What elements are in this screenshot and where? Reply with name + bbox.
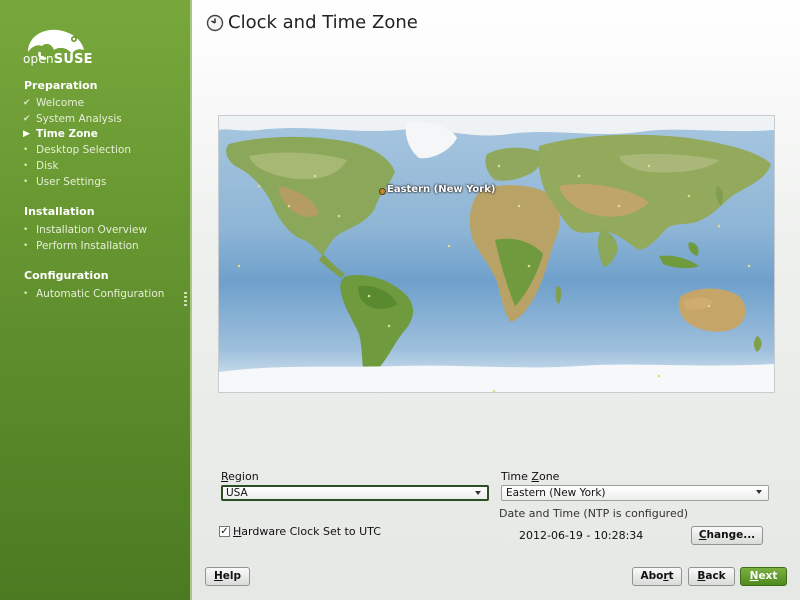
step-disk: • Disk — [23, 160, 59, 172]
current-arrow-icon: ▶ — [23, 129, 30, 139]
step-installation-overview: • Installation Overview — [23, 224, 147, 236]
step-system-analysis: ✔ System Analysis — [23, 113, 122, 125]
bullet-icon: • — [23, 225, 29, 235]
help-button[interactable]: Help — [205, 567, 250, 586]
step-user-settings: • User Settings — [23, 176, 107, 188]
brand-wordmark: openSUSE — [23, 52, 93, 67]
datetime-label: Date and Time (NTP is configured) — [499, 507, 689, 520]
step-automatic-configuration: • Automatic Configuration — [23, 288, 165, 300]
change-datetime-button[interactable]: Change... — [691, 526, 763, 545]
abort-button[interactable]: Abort — [632, 567, 682, 586]
hardware-clock-checkbox[interactable]: ✓ — [219, 526, 230, 537]
bullet-icon: • — [23, 161, 29, 171]
clock-icon — [206, 14, 224, 32]
timezone-select[interactable]: Eastern (New York) — [501, 485, 769, 501]
timezone-label: Time Zone — [501, 470, 560, 483]
bullet-icon: • — [23, 241, 29, 251]
bullet-icon: • — [23, 177, 29, 187]
chevron-down-icon — [475, 491, 481, 495]
region-select[interactable]: USA — [221, 485, 489, 501]
selected-location-label: Eastern (New York) — [387, 184, 496, 195]
step-time-zone: ▶ Time Zone — [23, 128, 98, 140]
bullet-icon: • — [23, 145, 29, 155]
bullet-icon: • — [23, 289, 29, 299]
world-map-graphic — [219, 116, 774, 392]
checkmark-icon: ✔ — [23, 114, 31, 124]
sidebar: openSUSE Preparation ✔ Welcome ✔ System An… — [0, 0, 190, 600]
section-title-preparation: Preparation — [24, 79, 98, 92]
world-map[interactable]: Eastern (New York) — [218, 115, 775, 393]
page-title: Clock and Time Zone — [228, 12, 418, 33]
back-button[interactable]: Back — [688, 567, 735, 586]
section-title-configuration: Configuration — [24, 269, 109, 282]
step-welcome: ✔ Welcome — [23, 97, 85, 109]
selected-location-marker — [379, 188, 386, 195]
region-value: USA — [226, 487, 248, 499]
timezone-value: Eastern (New York) — [506, 487, 606, 499]
region-label: Region — [221, 470, 259, 483]
section-title-installation: Installation — [24, 205, 95, 218]
chevron-down-icon — [756, 490, 762, 494]
next-button[interactable]: Next — [740, 567, 787, 586]
datetime-value: 2012-06-19 - 10:28:34 — [519, 529, 644, 542]
step-desktop-selection: • Desktop Selection — [23, 144, 132, 156]
checkmark-icon: ✔ — [23, 98, 31, 108]
hardware-clock-label[interactable]: Hardware Clock Set to UTC — [233, 525, 381, 538]
sidebar-resize-handle[interactable] — [184, 292, 187, 308]
step-perform-installation: • Perform Installation — [23, 240, 139, 252]
